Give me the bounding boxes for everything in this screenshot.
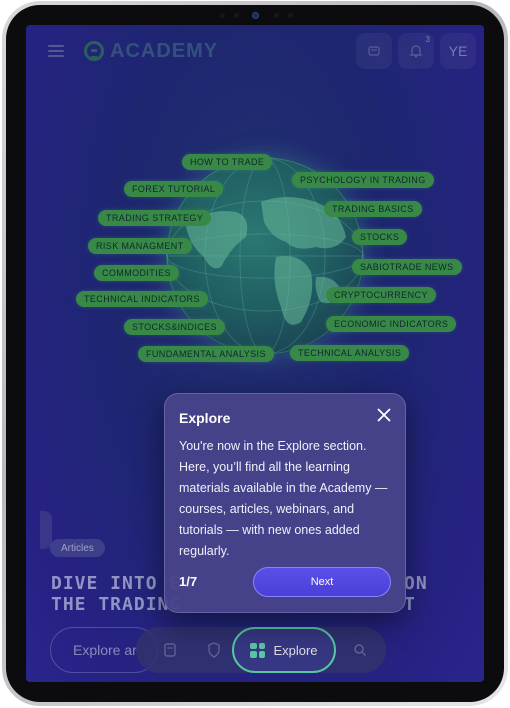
tooltip-body: You're now in the Explore section. Here,…	[179, 439, 388, 558]
topic-tag[interactable]: COMMODITIES	[94, 265, 179, 281]
nav-explore-label: Explore	[273, 642, 318, 658]
nav-courses-button[interactable]	[154, 634, 186, 666]
wallet-button[interactable]	[356, 33, 392, 69]
bell-icon	[409, 45, 423, 58]
topic-tag[interactable]: HOW TO TRADE	[182, 154, 273, 170]
topic-tag[interactable]: PSYCHOLOGY IN TRADING	[292, 172, 434, 188]
topic-tag[interactable]: ECONOMIC INDICATORS	[326, 316, 457, 332]
topic-tag[interactable]: CRYPTOCURRENCY	[326, 287, 436, 303]
topic-tag[interactable]: TECHNICAL ANALYSIS	[290, 345, 410, 361]
shield-icon	[208, 642, 220, 658]
topic-tag[interactable]: TRADING BASICS	[324, 201, 422, 217]
logo-text: ACADEMY	[110, 39, 219, 62]
headline-line-1-right: ON	[404, 573, 428, 594]
topic-tag[interactable]: TRADING STRATEGY	[98, 210, 212, 226]
tooltip-step-counter: 1/7	[179, 574, 198, 589]
grid-icon	[250, 642, 266, 658]
sensor-dot	[288, 13, 293, 18]
tooltip-title: Explore	[179, 410, 231, 426]
close-icon[interactable]	[375, 406, 393, 424]
bottom-navigation: Explore	[136, 627, 386, 673]
topic-tag[interactable]: STOCKS&INDICES	[124, 319, 225, 335]
notifications-button[interactable]: 3	[398, 33, 434, 69]
nav-explore-button[interactable]: Explore	[232, 627, 336, 673]
headline-right-fragment: ON T	[404, 573, 428, 615]
tablet-bezel: ACADEMY 3 YE HOW TO TRADE FOREX TUTORIAL…	[6, 5, 504, 702]
onboarding-tooltip: Explore You're now in the Explore sectio…	[164, 393, 406, 613]
search-icon	[354, 644, 367, 657]
articles-chip[interactable]: Articles	[50, 539, 105, 557]
logo-mark-icon	[84, 41, 104, 61]
app-screen: ACADEMY 3 YE HOW TO TRADE FOREX TUTORIAL…	[26, 25, 484, 682]
topic-tag[interactable]: TECHNICAL INDICATORS	[76, 291, 208, 307]
menu-icon[interactable]	[48, 45, 64, 57]
topic-tag[interactable]: FOREX TUTORIAL	[124, 181, 224, 197]
sensor-dot	[274, 13, 279, 18]
topic-tag[interactable]: RISK MANAGMENT	[88, 238, 192, 254]
user-avatar-button[interactable]: YE	[440, 33, 476, 69]
explore-input-text: Explore ar	[73, 642, 137, 658]
nav-tools-button[interactable]	[198, 634, 230, 666]
sensor-dot	[234, 13, 239, 18]
nav-search-button[interactable]	[344, 634, 376, 666]
sensor-dot	[220, 13, 225, 18]
topic-tag[interactable]: FUNDAMENTAL ANALYSIS	[138, 346, 274, 362]
camera-dot	[252, 12, 259, 19]
headline-line-2-right: T	[404, 594, 416, 615]
wallet-icon	[368, 46, 380, 56]
next-button[interactable]: Next	[253, 567, 391, 597]
topic-tag[interactable]: STOCKS	[352, 229, 408, 245]
avatar-initials: YE	[448, 43, 468, 59]
topic-tag[interactable]: SABIOTRADE NEWS	[352, 259, 462, 275]
book-icon	[164, 643, 176, 657]
notification-count: 3	[425, 35, 430, 44]
tablet-frame: ACADEMY 3 YE HOW TO TRADE FOREX TUTORIAL…	[2, 1, 508, 706]
academy-logo[interactable]: ACADEMY	[84, 33, 222, 69]
